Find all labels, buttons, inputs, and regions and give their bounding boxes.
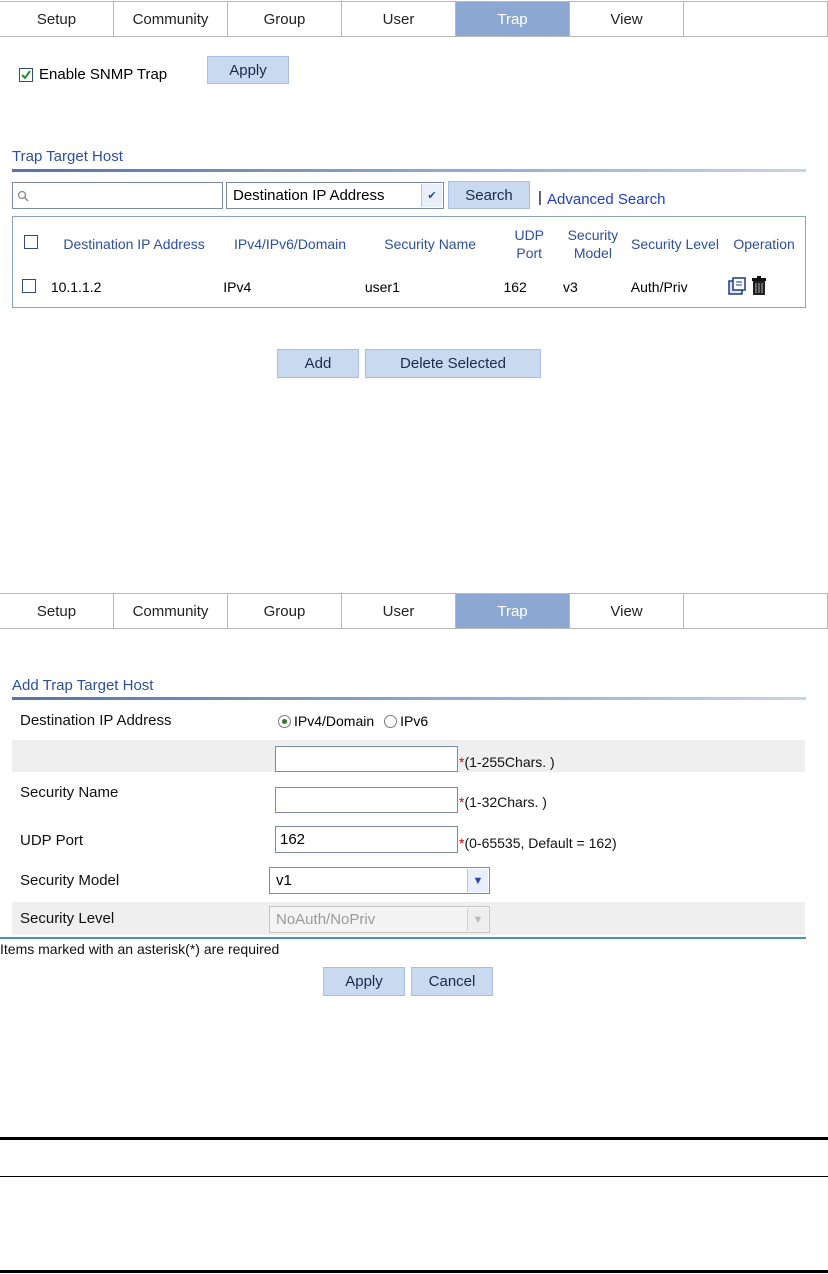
cancel-button[interactable]: Cancel	[411, 967, 493, 996]
col-ip-type[interactable]: IPv4/IPv6/Domain	[219, 218, 361, 270]
security-level-label: Security Level	[20, 910, 115, 927]
divider-rule-thick	[0, 1137, 828, 1140]
form-bottom-rule	[0, 937, 806, 939]
tab-view[interactable]: View	[570, 2, 684, 36]
destination-address-hint: *(1-255Chars. )	[459, 754, 555, 770]
enable-snmp-trap-checkbox[interactable]	[19, 67, 33, 82]
tab-community[interactable]: Community	[114, 2, 228, 36]
required-note: Items marked with an asterisk(*) are req…	[0, 941, 280, 957]
tab-bar-filler	[684, 2, 827, 36]
add-button[interactable]: Add	[277, 349, 359, 378]
apply-button[interactable]: Apply	[323, 967, 405, 996]
destination-ip-label: Destination IP Address	[20, 712, 172, 729]
tab-community[interactable]: Community	[114, 594, 228, 628]
security-name-hint: *(1-32Chars. )	[459, 794, 547, 810]
section-rule	[12, 169, 806, 172]
cell-udp-port: 162	[503, 279, 527, 295]
ipv6-label: IPv6	[400, 713, 429, 729]
tab-group[interactable]: Group	[228, 2, 342, 36]
udp-port-hint: *(0-65535, Default = 162)	[459, 835, 617, 851]
search-field-value: Destination IP Address	[233, 187, 385, 204]
separator: |	[538, 189, 542, 206]
cell-destination-ip: 10.1.1.2	[50, 279, 102, 295]
section-rule	[12, 697, 806, 700]
security-level-select[interactable]: NoAuth/NoPriv ▼	[269, 906, 490, 933]
udp-port-label: UDP Port	[20, 832, 84, 849]
security-name-label: Security Name	[20, 784, 119, 801]
select-all-checkbox[interactable]	[23, 235, 38, 249]
trap-host-grid: Destination IP Address IPv4/IPv6/Domain …	[13, 218, 805, 304]
tab-user[interactable]: User	[342, 594, 456, 628]
form-row-udp-port: UDP Port 162 *(0-65535, Default = 162)	[12, 826, 805, 858]
tab-bar-filler	[684, 594, 827, 628]
enable-snmp-trap-label: Enable SNMP Trap	[39, 66, 168, 83]
ipv4-domain-radio-group[interactable]: IPv4/Domain IPv6	[278, 713, 428, 729]
section-title-trap-target-host: Trap Target Host	[12, 148, 123, 165]
table-row: 10.1.1.2 IPv4 user1 162 v3 Auth/Priv	[13, 270, 805, 304]
check-icon	[21, 69, 31, 80]
col-security-level[interactable]: Security Level	[627, 218, 723, 270]
section-title-add-trap-host: Add Trap Target Host	[12, 677, 154, 694]
search-icon	[17, 190, 29, 202]
table-header-row: Destination IP Address IPv4/IPv6/Domain …	[13, 218, 805, 270]
ipv6-radio[interactable]	[384, 714, 398, 728]
chevron-down-icon: ▼	[467, 869, 488, 892]
cell-security-name: user1	[364, 279, 400, 295]
enable-snmp-trap[interactable]: Enable SNMP Trap	[19, 66, 167, 83]
col-udp-port[interactable]: UDP Port	[499, 218, 559, 270]
security-model-select[interactable]: v1 ▼	[269, 867, 490, 894]
cell-security-model: v3	[563, 279, 578, 295]
search-input[interactable]	[12, 182, 223, 209]
tab-group[interactable]: Group	[228, 594, 342, 628]
cell-security-level: Auth/Priv	[630, 279, 688, 295]
cell-ip-type: IPv4	[223, 279, 252, 295]
form-row-security-level: Security Level NoAuth/NoPriv ▼	[12, 902, 805, 935]
edit-icon[interactable]	[727, 276, 747, 296]
form-row-address: *(1-255Chars. )	[12, 740, 805, 772]
form-row-destination: Destination IP Address IPv4/Domain IPv6	[12, 706, 805, 737]
security-model-value: v1	[276, 872, 292, 889]
tab-setup[interactable]: Setup	[0, 2, 114, 36]
delete-selected-button[interactable]: Delete Selected	[365, 349, 541, 378]
col-security-model[interactable]: Security Model	[559, 218, 627, 270]
chevron-down-icon: ✔	[421, 184, 442, 207]
apply-button[interactable]: Apply	[207, 56, 289, 84]
trash-icon[interactable]	[751, 275, 767, 296]
divider-rule-thin	[0, 1176, 828, 1177]
col-security-name[interactable]: Security Name	[361, 218, 500, 270]
form-row-security-name: Security Name *(1-32Chars. )	[12, 776, 805, 813]
chevron-down-icon: ▼	[467, 908, 488, 931]
ipv4-domain-label: IPv4/Domain	[294, 713, 375, 729]
form-row-security-model: Security Model v1 ▼	[12, 864, 805, 895]
tab-bar-bottom: Setup Community Group User Trap View	[0, 593, 828, 629]
tab-view[interactable]: View	[570, 594, 684, 628]
security-model-label: Security Model	[20, 872, 120, 889]
col-destination-ip[interactable]: Destination IP Address	[49, 218, 219, 270]
destination-address-input[interactable]	[275, 746, 458, 772]
col-operation: Operation	[733, 236, 795, 252]
cell-operation	[723, 270, 805, 304]
search-button[interactable]: Search	[448, 181, 530, 209]
tab-trap[interactable]: Trap	[456, 2, 570, 36]
ipv4-domain-radio[interactable]	[278, 714, 291, 728]
tab-bar-top: Setup Community Group User Trap View	[0, 1, 828, 37]
security-level-value: NoAuth/NoPriv	[276, 911, 376, 928]
row-checkbox[interactable]	[22, 278, 36, 293]
divider-rule-bottom	[0, 1270, 828, 1273]
tab-setup[interactable]: Setup	[0, 594, 114, 628]
tab-trap[interactable]: Trap	[456, 594, 570, 628]
advanced-search-link[interactable]: Advanced Search	[547, 191, 665, 208]
tab-user[interactable]: User	[342, 2, 456, 36]
search-field-select[interactable]: Destination IP Address ✔	[226, 182, 444, 209]
security-name-input[interactable]	[275, 787, 458, 813]
udp-port-input[interactable]: 162	[275, 826, 458, 853]
